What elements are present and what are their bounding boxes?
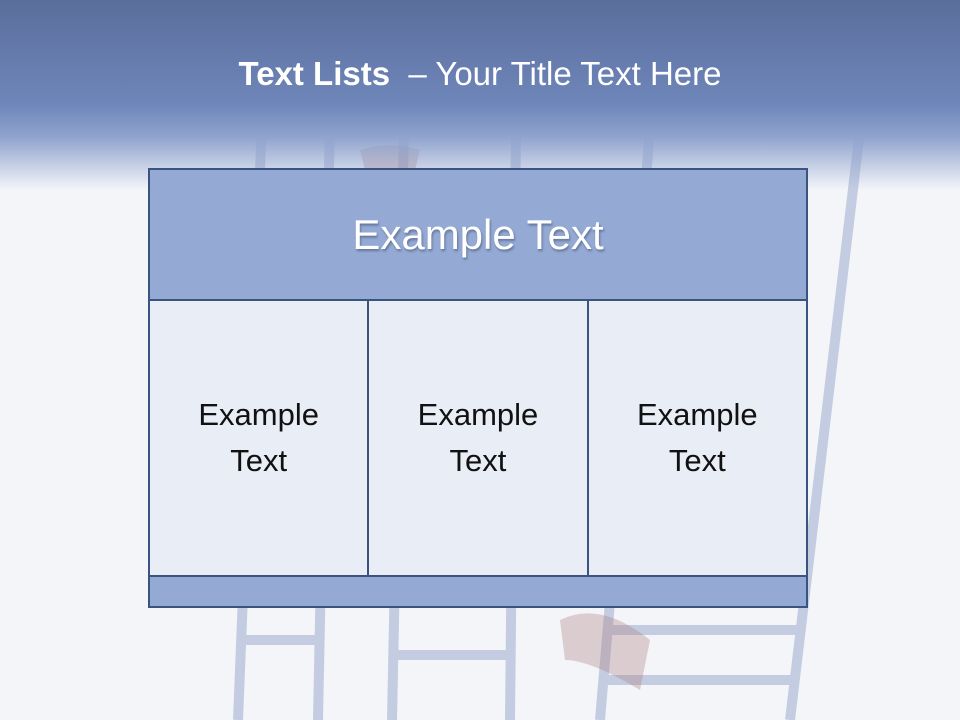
slide-title: Text Lists – Your Title Text Here (0, 52, 960, 96)
table-cell-row: Example Text Example Text Example Text (150, 301, 806, 577)
table-footer-bar (150, 577, 806, 606)
title-subtitle-text: – Your Title Text Here (408, 55, 722, 92)
table-cell-3-text: Example Text (637, 397, 758, 478)
text-list-table: Example Text Example Text Example Text E… (148, 168, 808, 608)
title-bold-text: Text Lists (238, 55, 391, 92)
table-cell-1-text: Example Text (198, 397, 319, 478)
table-header: Example Text (150, 170, 806, 301)
table-header-text: Example Text (352, 210, 604, 258)
table-cell-1: Example Text (150, 301, 368, 575)
slide: Text Lists – Your Title Text Here Exampl… (0, 0, 960, 720)
table-cell-2: Example Text (367, 301, 587, 575)
table-cell-2-text: Example Text (417, 397, 539, 478)
table-cell-3: Example Text (586, 301, 806, 575)
